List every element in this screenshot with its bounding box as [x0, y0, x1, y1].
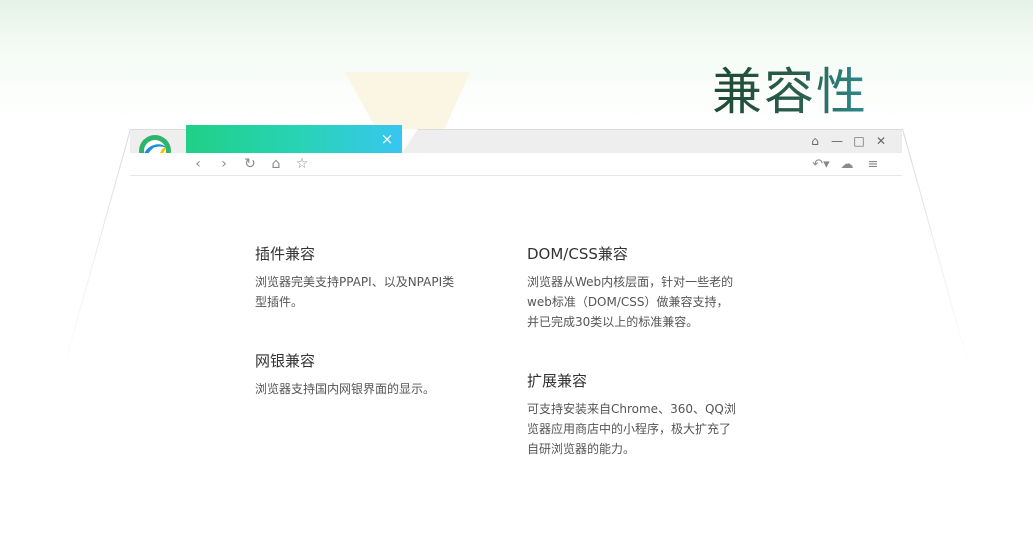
toolbar-right-tools: ↶▾ ☁ ≡ — [812, 154, 882, 174]
feature-desc-line: 览器应用商店中的小程序，极大扩充了 — [527, 422, 732, 436]
feature-title: 插件兼容 — [255, 245, 316, 263]
feature-desc-line: 并已完成30类以上的标准兼容。 — [527, 315, 699, 329]
feature-desc-line: 自研浏览器的能力。 — [527, 442, 636, 456]
home-icon[interactable]: ⌂ — [266, 154, 286, 174]
cloud-icon[interactable]: ☁ — [838, 154, 856, 174]
feature-desc-line: 浏览器支持国内网银界面的显示。 — [255, 382, 436, 396]
feature-title: 网银兼容 — [255, 352, 316, 370]
feature-desc-line: web标准（DOM/CSS）做兼容支持， — [527, 295, 729, 309]
feature-desc-line: 浏览器完美支持PPAPI、以及NPAPI类 — [255, 275, 455, 289]
feature-dom-css-compat: DOM/CSS兼容 浏览器从Web内核层面，针对一些老的 web标准（DOM/C… — [527, 244, 772, 332]
feature-desc-line: 型插件。 — [255, 295, 304, 309]
maximize-icon[interactable]: □ — [850, 131, 868, 151]
favorite-icon[interactable]: ☆ — [292, 154, 312, 174]
window-controls: ⌂ — □ ✕ — [806, 131, 890, 151]
forward-icon[interactable]: › — [214, 154, 234, 174]
close-icon[interactable]: ✕ — [872, 131, 890, 151]
feature-ebank-compat: 网银兼容 浏览器支持国内网银界面的显示。 — [255, 351, 500, 399]
feature-extension-compat: 扩展兼容 可支持安装来自Chrome、360、QQ浏 览器应用商店中的小程序，极… — [527, 371, 772, 459]
page-title: 兼容性 — [712, 52, 868, 132]
minimize-icon[interactable]: — — [828, 131, 846, 151]
refresh-icon[interactable]: ↻ — [240, 154, 260, 174]
feature-plugin-compat: 插件兼容 浏览器完美支持PPAPI、以及NPAPI类 型插件。 — [255, 244, 500, 312]
feature-desc-line: 浏览器从Web内核层面，针对一些老的 — [527, 275, 734, 289]
feature-desc-line: 可支持安装来自Chrome、360、QQ浏 — [527, 402, 736, 416]
skin-icon[interactable]: ⌂ — [806, 131, 824, 151]
active-tab[interactable] — [186, 125, 402, 153]
menu-icon[interactable]: ≡ — [864, 154, 882, 174]
tab-close-icon[interactable]: × — [380, 130, 394, 148]
back-icon[interactable]: ‹ — [188, 154, 208, 174]
background-gradient — [0, 0, 1033, 120]
feature-title: DOM/CSS兼容 — [527, 245, 628, 263]
feature-title: 扩展兼容 — [527, 372, 588, 390]
navigation-buttons: ‹ › ↻ ⌂ ☆ — [188, 154, 312, 174]
undo-icon[interactable]: ↶▾ — [812, 154, 830, 174]
